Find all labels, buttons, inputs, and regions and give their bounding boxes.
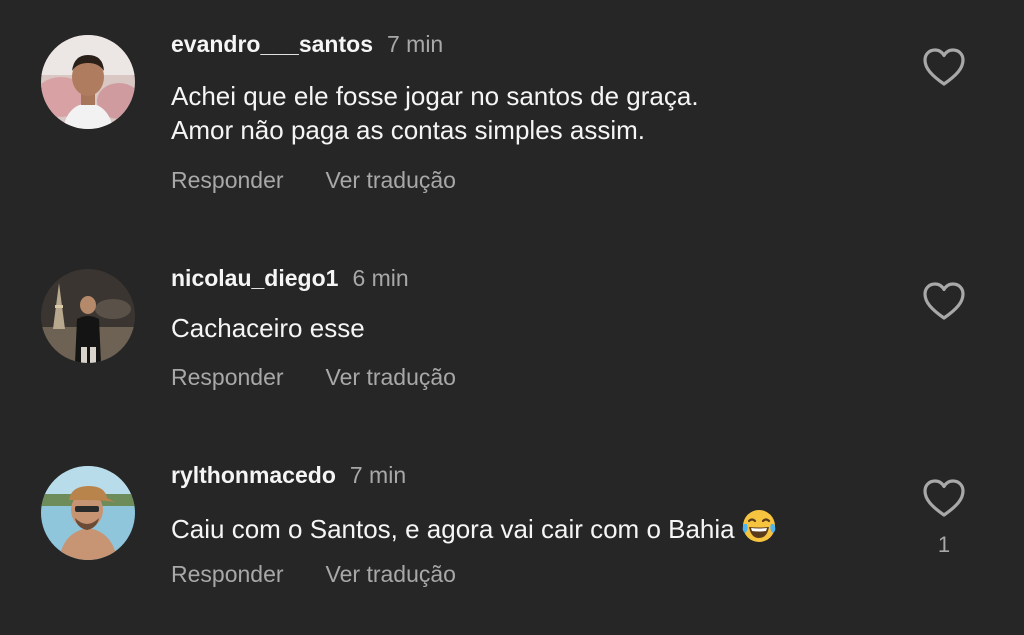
comment-text-line: Cachaceiro esse [171, 313, 365, 343]
like-button[interactable] [921, 477, 967, 519]
reply-button[interactable]: Responder [171, 364, 284, 390]
username[interactable]: nicolau_diego1 [171, 265, 338, 291]
comment-list: evandro___santos 7 min Achei que ele foss… [0, 0, 1024, 635]
comment-text: Achei que ele fosse jogar no santos de g… [171, 79, 699, 147]
avatar-photo-icon [41, 466, 135, 560]
like-button[interactable] [921, 280, 967, 322]
comment-time: 7 min [349, 462, 407, 488]
like-count: 1 [937, 532, 951, 557]
comment-text: Caiu com o Santos, e agora vai cair com … [171, 508, 777, 552]
comment-text-line: Caiu com o Santos, e agora vai cair com … [171, 514, 735, 544]
avatar[interactable] [41, 269, 135, 363]
comment-item: evandro___santos 7 min Achei que ele foss… [0, 0, 1024, 210]
translate-button[interactable]: Ver tradução [326, 561, 456, 587]
comment-text-line: Achei que ele fosse jogar no santos de g… [171, 81, 699, 111]
avatar[interactable] [41, 35, 135, 129]
comment-actions: Responder Ver tradução [171, 560, 456, 588]
heart-outline-icon [923, 48, 965, 86]
reply-button[interactable]: Responder [171, 561, 284, 587]
heart-outline-icon [923, 479, 965, 517]
username[interactable]: evandro___santos [171, 31, 373, 57]
comment-actions: Responder Ver tradução [171, 363, 456, 391]
avatar-photo-icon [41, 269, 135, 363]
translate-button[interactable]: Ver tradução [326, 167, 456, 193]
avatar-photo-icon [41, 35, 135, 129]
comment-item: rylthonmacedo 7 min Caiu com o Santos, e … [0, 410, 1024, 635]
reply-button[interactable]: Responder [171, 167, 284, 193]
comment-time: 6 min [352, 265, 409, 291]
username[interactable]: rylthonmacedo [171, 462, 336, 488]
heart-outline-icon [923, 282, 965, 320]
comment-meta: rylthonmacedo 7 min [171, 461, 406, 489]
translate-button[interactable]: Ver tradução [326, 364, 456, 390]
comment-meta: nicolau_diego1 6 min [171, 264, 409, 292]
comment-text: Cachaceiro esse [171, 311, 365, 345]
comment-actions: Responder Ver tradução [171, 166, 456, 194]
comment-text-line: Amor não paga as contas simples assim. [171, 115, 645, 145]
face-with-tears-of-joy-icon [741, 508, 777, 552]
comment-item: nicolau_diego1 6 min Cachaceiro esse Resp… [0, 210, 1024, 410]
avatar[interactable] [41, 466, 135, 560]
comment-time: 7 min [386, 31, 444, 57]
like-button[interactable] [921, 46, 967, 88]
comment-meta: evandro___santos 7 min [171, 30, 443, 58]
